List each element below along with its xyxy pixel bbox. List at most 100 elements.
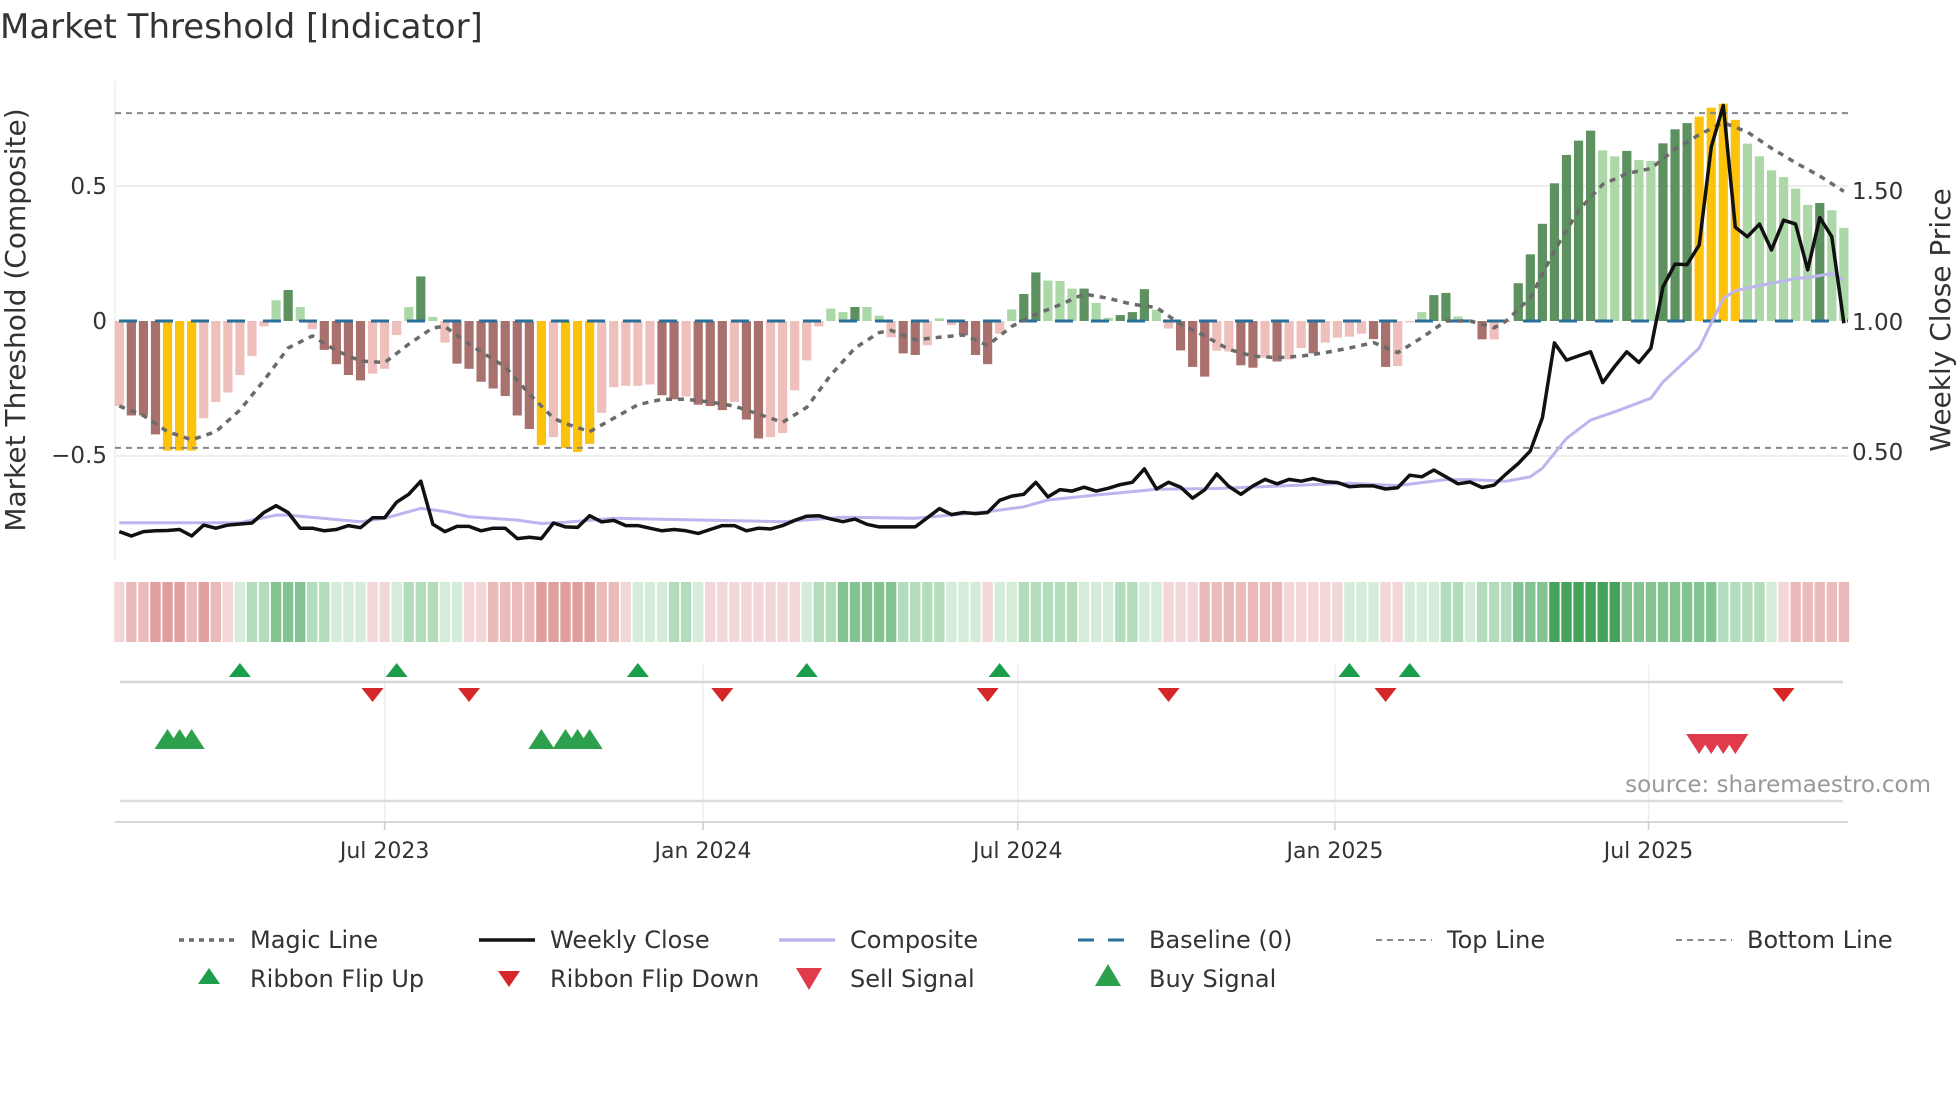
x-tick-label: Jul 2023 [338,839,430,864]
right-tick-label: 0.50 [1852,440,1903,466]
ribbon-cell [258,582,270,642]
composite-bar [1236,321,1246,366]
ribbon-cell [1778,582,1789,642]
magic-line [118,120,1845,442]
ribbon-cell [620,582,632,642]
left-tick-label: −0.5 [51,443,107,469]
composite-bar [729,321,739,402]
legend-item-magic: Magic Line [179,926,378,954]
x-tick-label: Jul 2024 [971,839,1063,864]
ribbon-cell [319,582,330,642]
ribbon-cell [1127,582,1138,642]
ribbon-cell [1368,582,1379,642]
legend-label: Composite [850,926,978,954]
legend-item-sell: Sell Signal [796,965,975,993]
ribbon-cell [1344,582,1355,642]
composite-bar [1429,295,1439,321]
ribbon-flip-down-marker [1374,688,1397,702]
composite-bar [778,321,788,434]
composite-bar [1067,288,1077,321]
x-tick-label: Jan 2024 [653,839,752,864]
composite-bar [898,321,908,354]
composite-bar [392,321,402,336]
ribbon-cell [1416,582,1427,642]
ribbon-cell [114,582,125,642]
composite-bar [1791,188,1801,321]
ribbon-flip-down-marker [361,688,384,702]
ribbon-cell [1259,582,1271,642]
ribbon-cell [946,582,957,642]
legend-label: Ribbon Flip Down [550,965,759,993]
ribbon-cell [1332,582,1343,642]
ribbon-cell [656,582,668,642]
ribbon-cell [307,582,318,642]
composite-bar [331,321,341,365]
legend-item-baseline: Baseline (0) [1078,926,1292,954]
composite-bar [669,321,679,400]
market-threshold-chart: Market Threshold [Indicator] Market Thre… [0,7,1957,993]
ribbon-cell [1175,582,1186,642]
left-tick-label: 0 [92,309,107,335]
ribbon-cell [295,582,306,642]
composite-bar [283,289,293,321]
legend-label: Sell Signal [850,965,975,993]
ribbon-cell [1066,582,1078,642]
composite-bar [295,306,305,321]
ribbon-cell [1356,582,1367,642]
legend-item-bottom: Bottom Line [1676,926,1893,954]
composite-bar [560,321,571,448]
ribbon-cell [439,582,451,642]
ribbon-cell [1814,582,1825,642]
composite-bar [753,321,764,439]
ribbon-cell [1561,582,1572,642]
ribbon-cell [500,582,511,642]
composite-bar [1573,140,1584,321]
composite-bar [452,321,462,364]
ribbon-cell [789,582,800,642]
composite-bar [1043,280,1053,321]
composite-bar [1646,160,1656,321]
ribbon-cell [1428,582,1440,642]
composite-bar [367,321,378,374]
ribbon-cell [512,582,523,642]
composite-bar [657,321,667,396]
ribbon-cell [1501,582,1512,642]
ribbon-cell [1283,582,1295,642]
composite-bar [585,321,595,444]
composite-bar [922,321,932,346]
ribbon-flip-up-marker [795,663,818,677]
right-tick-label: 1.00 [1852,310,1903,336]
ribbon-cell [1295,582,1307,642]
x-tick-label: Jan 2025 [1284,839,1383,864]
ribbon-cell [391,582,402,642]
composite-bar [1308,321,1318,354]
ribbon-cell [1525,582,1536,642]
composite-bar [175,321,185,451]
ribbon-flip-up-marker [988,663,1011,677]
ribbon-cell [1766,582,1777,642]
ribbon-cell [1235,582,1247,642]
legend-item-flip-up: Ribbon Flip Up [198,965,424,993]
ribbon-cell [367,582,378,642]
source-label: source: sharemaestro.com [1625,772,1931,798]
composite-bar [1441,292,1451,321]
ribbon-cell [1645,582,1657,642]
composite-bar [150,321,161,435]
composite-bar [488,321,498,389]
composite-bar [572,321,583,452]
ribbon-cell [1802,582,1813,642]
ribbon-cell [1006,582,1017,642]
ribbon-cell [608,582,619,642]
ribbon-cell [1549,582,1560,642]
ribbon-cell [1476,582,1488,642]
composite-bar [428,316,438,321]
ribbon-cell [668,582,680,642]
composite-bar [199,321,209,419]
composite-bar [1344,321,1355,337]
composite-bar [1079,288,1089,321]
ribbon-cell [560,582,571,642]
ribbon-cell [1718,582,1729,642]
ribbon-flip-down-marker [1772,688,1795,702]
ribbon-cell [150,582,161,642]
composite-bar [1634,160,1644,321]
